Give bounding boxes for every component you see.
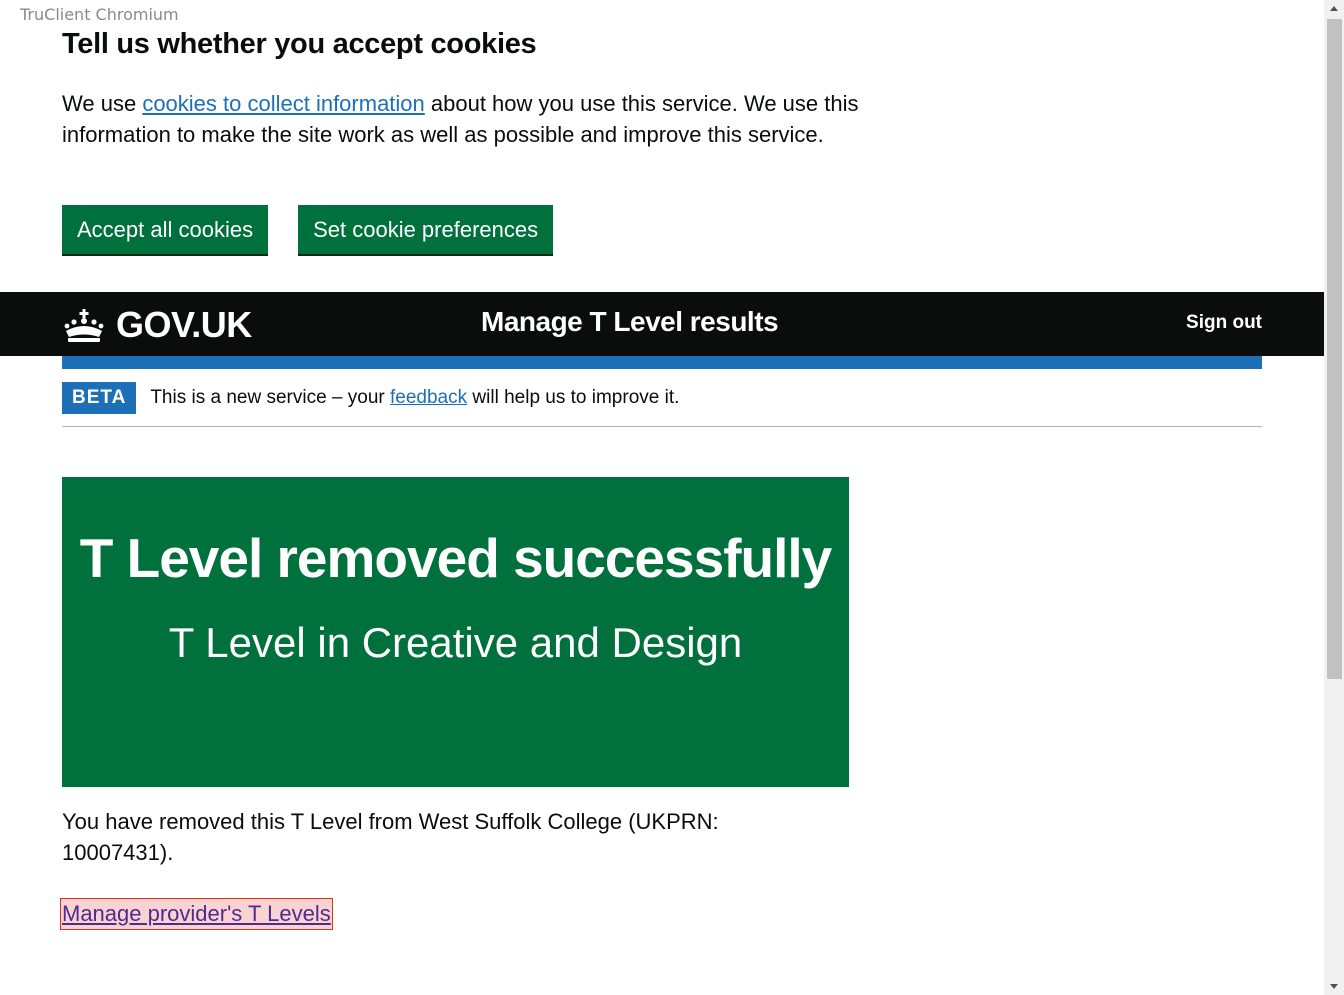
header-blue-bar (62, 356, 1262, 369)
panel-title: T Level removed successfully (79, 527, 833, 589)
cookie-heading: Tell us whether you accept cookies (62, 28, 537, 60)
manage-t-levels-link[interactable]: Manage provider's T Levels (60, 898, 333, 930)
feedback-link[interactable]: feedback (390, 387, 467, 408)
cookie-buttons: Accept all cookies Set cookie preference… (62, 205, 554, 254)
scroll-down-arrow-icon[interactable] (1324, 978, 1344, 995)
cookie-text: We use cookies to collect information ab… (62, 88, 862, 150)
beta-tag: BETA (62, 382, 137, 414)
scroll-up-arrow-icon[interactable] (1324, 0, 1344, 17)
govuk-header: GOV.UK Manage T Level results Sign out (0, 292, 1324, 356)
sign-out-link[interactable]: Sign out (1186, 312, 1262, 334)
govuk-logo-link[interactable]: GOV.UK (62, 304, 252, 346)
phase-text: This is a new service – your feedback wi… (150, 382, 679, 414)
scrollbar-thumb[interactable] (1327, 19, 1342, 679)
cookie-preferences-button[interactable]: Set cookie preferences (298, 205, 554, 254)
phase-text-before: This is a new service – your (150, 387, 391, 408)
phase-text-after: will help us to improve it. (467, 387, 680, 408)
cookie-text-before: We use (62, 91, 143, 116)
phase-banner: BETA This is a new service – your feedba… (62, 382, 1262, 427)
confirmation-panel: T Level removed successfully T Level in … (62, 477, 849, 787)
cookies-link[interactable]: cookies to collect information (142, 91, 424, 116)
removal-message: You have removed this T Level from West … (62, 809, 719, 865)
logo-text: GOV.UK (116, 304, 252, 345)
cookie-banner: Tell us whether you accept cookies We us… (62, 26, 862, 150)
vertical-scrollbar[interactable] (1324, 0, 1344, 995)
service-name[interactable]: Manage T Level results (481, 306, 779, 338)
browser-label: TruClient Chromium (20, 5, 179, 24)
crown-icon (64, 309, 104, 342)
accept-cookies-button[interactable]: Accept all cookies (62, 205, 269, 254)
panel-body: T Level in Creative and Design (168, 619, 743, 666)
